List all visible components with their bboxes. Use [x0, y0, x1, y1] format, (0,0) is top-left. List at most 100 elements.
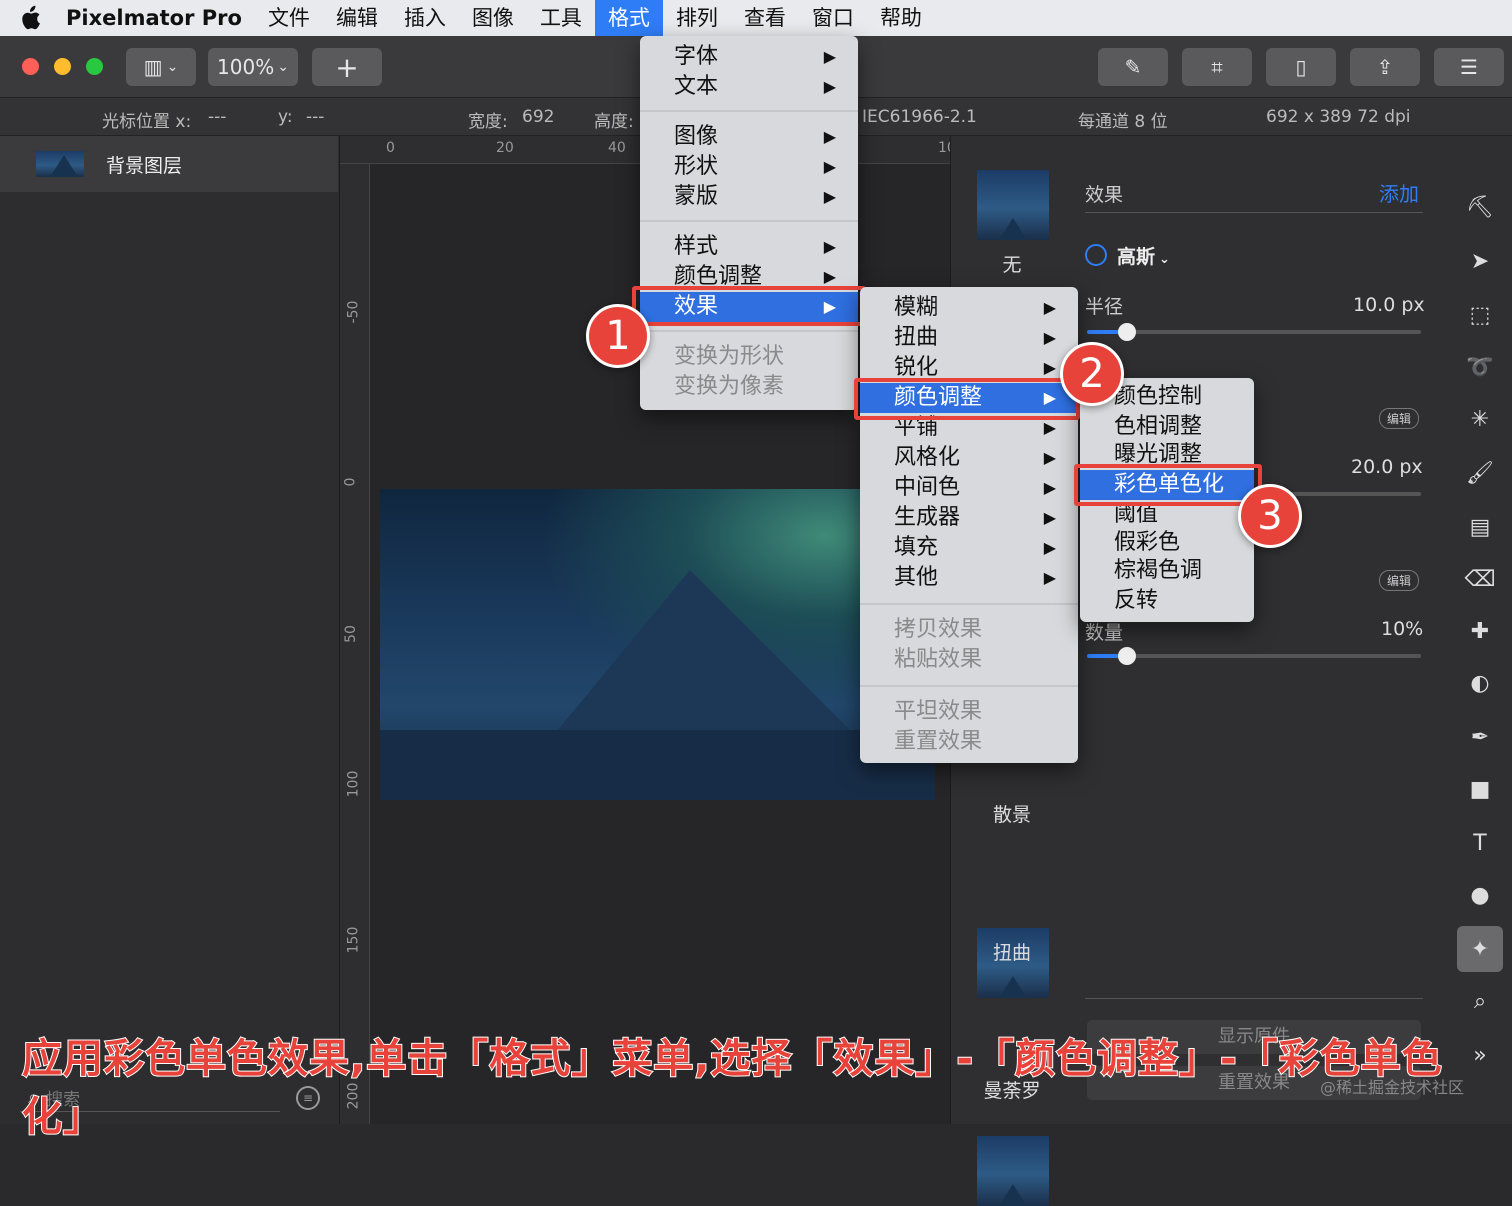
radius-value: 10.0 px [1353, 294, 1425, 316]
menu-item-other[interactable]: 其他 ▶ [860, 563, 1078, 593]
eraser-icon[interactable]: ⌫ [1464, 566, 1495, 592]
menu-item-stylize[interactable]: 风格化 ▶ [860, 443, 1078, 473]
canvas-image[interactable] [380, 489, 935, 800]
cursor-y-value: --- [306, 107, 325, 127]
menu-arrange[interactable]: 排列 [663, 0, 731, 36]
menu-item-image[interactable]: 图像 ▶ [640, 122, 858, 152]
step-badge: 2 [1060, 342, 1124, 406]
radius-slider-knob[interactable] [1118, 323, 1137, 341]
cursor-x-label: 光标位置 x: [102, 112, 192, 132]
step-badge: 3 [1238, 484, 1302, 548]
amount-slider-knob[interactable] [1118, 647, 1137, 665]
menu-view[interactable]: 查看 [731, 0, 799, 36]
menu-format[interactable]: 格式 [594, 0, 663, 36]
filter-icon[interactable]: ≡ [296, 1086, 320, 1110]
paint-brush-icon[interactable]: 🖌 [1466, 460, 1494, 486]
zoom-dropdown[interactable]: 100% ⌄ [208, 48, 298, 86]
menu-tools[interactable]: 工具 [527, 0, 595, 36]
radius-slider[interactable] [1087, 323, 1421, 341]
sidebar-toggle-button[interactable]: ▥ ⌄ [126, 48, 196, 86]
ruler-tick-label: 150 [345, 926, 362, 954]
layer-thumbnail [36, 151, 84, 177]
lasso-tool-icon[interactable]: ➰ [1466, 354, 1493, 380]
color-profile: IEC61966-2.1 [862, 107, 977, 127]
chevron-down-icon: ⌄ [1159, 252, 1170, 267]
sliders-icon: ☰ [1460, 55, 1478, 79]
menu-item-shape[interactable]: 形状 ▶ [640, 152, 858, 182]
edit-button[interactable]: 编辑 [1379, 408, 1420, 429]
cursor-y-label: y: [278, 107, 293, 127]
triangle-right-icon: ▶ [1043, 568, 1056, 587]
watermark: @稀土掘金技术社区 [1320, 1078, 1465, 1097]
close-window-button[interactable] [22, 58, 39, 75]
highlight-box [854, 378, 1080, 420]
menu-item-invert[interactable]: 反转 [1080, 586, 1254, 616]
marquee-tool-icon[interactable]: ⬚ [1467, 302, 1493, 328]
effect-name[interactable]: 高斯 ⌄ [1117, 242, 1170, 269]
triangle-right-icon: ▶ [823, 127, 836, 146]
document-button[interactable]: ▯ [1266, 48, 1336, 86]
menu-item-generator[interactable]: 生成器 ▶ [860, 503, 1078, 533]
plus-icon: + [335, 50, 359, 84]
effect-toggle[interactable] [1085, 244, 1107, 266]
layer-row[interactable]: 背景图层 [0, 136, 338, 192]
menu-insert[interactable]: 插入 [391, 0, 459, 36]
share-button[interactable]: ⇪ [1350, 48, 1420, 86]
shape-tool-icon[interactable]: ■ [1467, 776, 1493, 802]
pen-tool-icon[interactable]: ✒ [1467, 724, 1493, 750]
ruler-tick-label: 100 [345, 770, 362, 798]
menu-item-text[interactable]: 文本 ▶ [640, 72, 858, 102]
menu-item-copy-effects: 拷贝效果 [894, 617, 983, 642]
minimize-window-button[interactable] [54, 58, 71, 75]
adjust-button[interactable]: ☰ [1434, 48, 1504, 86]
fill-tool-icon[interactable]: ⛏ [1466, 194, 1494, 220]
apple-icon[interactable] [0, 0, 48, 36]
menu-window[interactable]: 窗口 [799, 0, 867, 36]
crop-icon: ⌗ [1211, 55, 1223, 79]
menu-help[interactable]: 帮助 [867, 0, 935, 36]
clone-tool-icon[interactable]: ◐ [1467, 670, 1493, 696]
crop-button[interactable]: ⌗ [1182, 48, 1252, 86]
color-adjust-icon[interactable]: ● [1467, 882, 1493, 908]
layers-panel: 背景图层 ⌕ 搜索 ≡ [0, 136, 340, 1124]
ruler-tick-label: 50 [342, 625, 359, 643]
menu-item-blur[interactable]: 模糊 ▶ [860, 293, 1078, 323]
amount-label: 数量 [1085, 622, 1124, 644]
ruler-tick-label: 20 [496, 140, 514, 156]
menu-item-font[interactable]: 字体 ▶ [640, 42, 858, 72]
gradient-tool-icon[interactable]: ▤ [1467, 514, 1493, 540]
menu-item-mask[interactable]: 蒙版 ▶ [640, 182, 858, 212]
menu-image[interactable]: 图像 [459, 0, 527, 36]
image-size: 692 x 389 72 dpi [1266, 107, 1411, 127]
amount-slider[interactable] [1087, 647, 1421, 665]
menu-item-distort[interactable]: 扭曲 ▶ [860, 323, 1078, 353]
add-button[interactable]: + [312, 48, 382, 86]
effects-tool-icon[interactable]: ✦ [1457, 926, 1503, 972]
menu-edit[interactable]: 编辑 [323, 0, 391, 36]
add-effect-link[interactable]: 添加 [1379, 178, 1419, 207]
zoom-tool-icon[interactable]: ⌕ [1467, 988, 1493, 1014]
vertical-ruler: -50 0 50 100 150 200 [340, 164, 370, 1124]
menu-item-fill[interactable]: 填充 ▶ [860, 533, 1078, 563]
triangle-right-icon: ▶ [1043, 298, 1056, 317]
preset-thumbnail[interactable] [977, 1136, 1049, 1206]
menu-separator [860, 685, 1078, 687]
brush-tool-button[interactable]: ✎ [1098, 48, 1168, 86]
bandage-icon[interactable]: ✚ [1467, 618, 1493, 644]
arrow-tool-icon[interactable]: ➤ [1467, 248, 1493, 274]
zoom-window-button[interactable] [86, 58, 103, 75]
bit-depth: 每通道 8 位 [1078, 112, 1168, 132]
edit-button[interactable]: 编辑 [1379, 570, 1420, 591]
magic-wand-icon[interactable]: ✳ [1467, 406, 1493, 432]
menu-item-halftone[interactable]: 中间色 ▶ [860, 473, 1078, 503]
width-label: 宽度: [468, 112, 508, 132]
menu-item-style[interactable]: 样式 ▶ [640, 232, 858, 262]
chevron-down-icon: ⌄ [166, 59, 179, 75]
menu-item-hue[interactable]: 色相调整 [1080, 412, 1254, 442]
menu-file[interactable]: 文件 [255, 0, 323, 36]
preset-thumbnail[interactable] [977, 170, 1049, 240]
menu-item-false-color[interactable]: 假彩色 [1080, 528, 1254, 558]
menu-item-sepia[interactable]: 棕褐色调 [1080, 556, 1254, 586]
type-tool-icon[interactable]: T [1467, 830, 1493, 856]
app-menu[interactable]: Pixelmator Pro [48, 0, 255, 36]
